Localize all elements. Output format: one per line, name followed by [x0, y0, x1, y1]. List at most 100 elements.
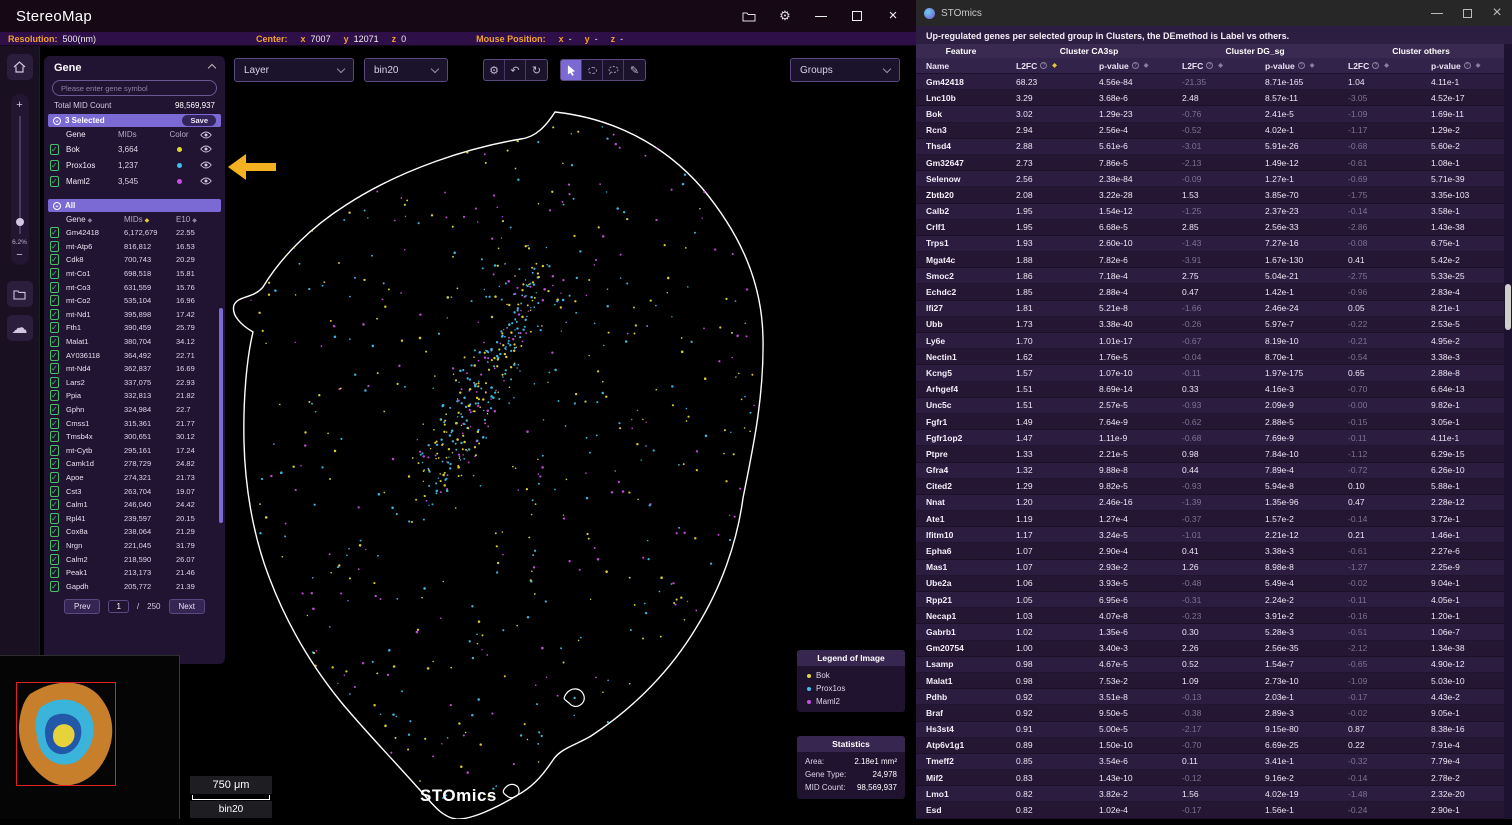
open-folder-icon[interactable]	[738, 5, 760, 27]
close-button[interactable]: ×	[882, 5, 904, 27]
gene-list-row[interactable]: ✓Cmss1315,36121.77	[44, 416, 225, 430]
help-icon[interactable]: ?	[1298, 62, 1305, 69]
de-table-row[interactable]: Necap11.034.07e-8-0.233.91e-2-0.161.20e-…	[916, 608, 1504, 624]
cloud-button[interactable]: ☁	[7, 315, 33, 341]
gene-list-row[interactable]: ✓Ppia332,81321.82	[44, 389, 225, 403]
gene-list-row[interactable]: ✓Lars2337,07522.93	[44, 376, 225, 390]
gene-checkbox[interactable]: ✓	[50, 526, 59, 537]
de-table-row[interactable]: Epha61.072.90e-40.413.38e-3-0.612.27e-6	[916, 543, 1504, 559]
gene-list-row[interactable]: ✓Nrgn221,04531.79	[44, 539, 225, 553]
close-button[interactable]: ×	[1482, 0, 1512, 26]
gene-list-row[interactable]: ✓Gapdh205,77221.39	[44, 579, 225, 593]
collapse-chevron-icon[interactable]	[208, 64, 216, 72]
col-e10-sort[interactable]: E10◆	[176, 215, 210, 224]
selected-gene-row[interactable]: ✓Bok3,664	[44, 141, 225, 157]
visibility-eye-icon[interactable]	[196, 161, 216, 169]
de-table-row[interactable]: Tmeff20.853.54e-60.113.41e-1-0.327.79e-4	[916, 754, 1504, 770]
canvas-settings-gear-icon[interactable]: ⚙	[484, 60, 505, 80]
minimap[interactable]	[0, 655, 180, 819]
de-table-row[interactable]: Gfra41.329.88e-80.447.89e-4-0.726.26e-10	[916, 463, 1504, 479]
gene-checkbox[interactable]: ✓	[50, 472, 59, 483]
gene-list-row[interactable]: ✓Calm2218,59026.07	[44, 552, 225, 566]
de-table-row[interactable]: Calb21.951.54e-12-1.252.37e-23-0.143.58e…	[916, 204, 1504, 220]
gene-list-row[interactable]: ✓mt-Nd4362,83716.69	[44, 362, 225, 376]
home-button[interactable]	[7, 54, 33, 80]
de-column-header[interactable]: L2FC?◆	[1172, 58, 1255, 73]
col-gene-sort[interactable]: Gene◆	[66, 215, 124, 224]
maximize-button[interactable]	[1452, 0, 1482, 26]
de-table-row[interactable]: Braf0.929.50e-5-0.382.89e-3-0.029.05e-1	[916, 705, 1504, 721]
de-table-row[interactable]: Fgfr1op21.471.11e-9-0.687.69e-9-0.114.11…	[916, 430, 1504, 446]
gene-list-row[interactable]: ✓Peak1213,17321.46	[44, 566, 225, 580]
gene-list-row[interactable]: ✓Cdk8700,74320.29	[44, 253, 225, 267]
bin-dropdown[interactable]: bin20	[364, 58, 448, 82]
de-table-row[interactable]: Kcng51.571.07e-10-0.111.97e-1750.652.88e…	[916, 365, 1504, 381]
sort-icon[interactable]: ◆	[1052, 62, 1057, 69]
de-table-row[interactable]: Lsamp0.984.67e-50.521.54e-7-0.654.90e-12	[916, 657, 1504, 673]
gene-checkbox[interactable]: ✓	[50, 336, 59, 347]
sort-icon[interactable]: ◆	[1384, 62, 1389, 69]
gene-search-input[interactable]	[52, 80, 217, 96]
gene-checkbox[interactable]: ✓	[50, 322, 59, 333]
de-table-row[interactable]: Unc5c1.512.57e-5-0.932.09e-9-0.009.82e-1	[916, 398, 1504, 414]
all-section-header[interactable]: ⌄ All	[48, 199, 221, 212]
layers-folder-button[interactable]	[7, 281, 33, 307]
groups-dropdown[interactable]: Groups	[790, 58, 900, 82]
help-icon[interactable]: ?	[1206, 62, 1213, 69]
gene-color-dot[interactable]	[177, 179, 182, 184]
zoom-slider[interactable]	[19, 116, 21, 234]
de-column-header[interactable]: L2FC?◆	[1338, 58, 1421, 73]
de-table-row[interactable]: Ube2a1.063.93e-5-0.485.49e-4-0.029.04e-1	[916, 576, 1504, 592]
de-table-row[interactable]: Mas11.072.93e-21.268.98e-8-1.272.25e-9	[916, 560, 1504, 576]
gene-list-row[interactable]: ✓mt-Co1698,51815.81	[44, 267, 225, 281]
de-table-row[interactable]: Smoc21.867.18e-42.755.04e-21-2.755.33e-2…	[916, 268, 1504, 284]
gene-checkbox[interactable]: ✓	[50, 144, 59, 155]
sort-icon[interactable]: ◆	[1144, 62, 1149, 69]
gene-list-scrollbar[interactable]	[219, 308, 223, 523]
de-table-row[interactable]: Crlf11.956.68e-52.852.56e-33-2.861.43e-3…	[916, 220, 1504, 236]
gene-list-row[interactable]: ✓Gphn324,98422.7	[44, 403, 225, 417]
visibility-eye-icon[interactable]	[196, 145, 216, 153]
de-column-header[interactable]: p-value?◆	[1421, 58, 1504, 73]
de-table-row[interactable]: Cited21.299.82e-5-0.935.94e-80.105.88e-1	[916, 479, 1504, 495]
gene-checkbox[interactable]: ✓	[50, 499, 59, 510]
de-column-header[interactable]: Name	[916, 58, 1006, 73]
gene-checkbox[interactable]: ✓	[50, 581, 59, 592]
col-mids-sort[interactable]: MIDs◆	[124, 215, 176, 224]
gene-checkbox[interactable]: ✓	[50, 160, 59, 171]
zoom-slider-thumb[interactable]	[16, 218, 24, 226]
de-table-row[interactable]: Nectin11.621.76e-5-0.048.70e-1-0.543.38e…	[916, 349, 1504, 365]
gene-checkbox[interactable]: ✓	[50, 377, 59, 388]
minimize-button[interactable]	[810, 5, 832, 27]
gene-list-row[interactable]: ✓mt-Atp6816,81216.53	[44, 240, 225, 254]
settings-gear-icon[interactable]: ⚙	[774, 5, 796, 27]
gene-checkbox[interactable]: ✓	[50, 554, 59, 565]
de-table-row[interactable]: Selenow2.562.38e-84-0.091.27e-1-0.695.71…	[916, 171, 1504, 187]
de-column-header[interactable]: p-value?◆	[1255, 58, 1338, 73]
gene-checkbox[interactable]: ✓	[50, 268, 59, 279]
gene-checkbox[interactable]: ✓	[50, 363, 59, 374]
de-table-row[interactable]: Ifitm101.173.24e-5-1.012.21e-120.211.46e…	[916, 527, 1504, 543]
selected-section-header[interactable]: ⌄ 3 Selected Save	[48, 114, 221, 127]
gene-checkbox[interactable]: ✓	[50, 431, 59, 442]
de-table-row[interactable]: Malat10.987.53e-21.092.73e-10-1.095.03e-…	[916, 673, 1504, 689]
gene-list-row[interactable]: ✓Cst3263,70419.07	[44, 484, 225, 498]
gene-checkbox[interactable]: ✓	[50, 390, 59, 401]
minimap-viewport-rect[interactable]	[16, 682, 116, 786]
gene-list-row[interactable]: ✓mt-Cytb295,16117.24	[44, 444, 225, 458]
gene-list-row[interactable]: ✓Tmsb4x300,65130.12	[44, 430, 225, 444]
save-button[interactable]: Save	[182, 115, 216, 126]
select-cursor-tool[interactable]	[561, 60, 582, 80]
de-scrollbar-thumb[interactable]	[1505, 284, 1511, 330]
gene-checkbox[interactable]: ✓	[50, 176, 59, 187]
de-column-header[interactable]: L2FC?◆	[1006, 58, 1089, 73]
gene-list-row[interactable]: ✓Calm1246,04024.42	[44, 498, 225, 512]
visibility-eye-icon[interactable]	[196, 177, 216, 185]
gene-list-row[interactable]: ✓Cox8a238,06421.29	[44, 525, 225, 539]
de-table-row[interactable]: Gabrb11.021.35e-60.305.28e-3-0.511.06e-7	[916, 624, 1504, 640]
de-table-row[interactable]: Bok3.021.29e-23-0.762.41e-5-1.091.69e-11	[916, 106, 1504, 122]
visibility-all-eye-icon[interactable]	[196, 131, 216, 139]
prev-page-button[interactable]: Prev	[64, 599, 100, 614]
gene-checkbox[interactable]: ✓	[50, 241, 59, 252]
gene-checkbox[interactable]: ✓	[50, 567, 59, 578]
